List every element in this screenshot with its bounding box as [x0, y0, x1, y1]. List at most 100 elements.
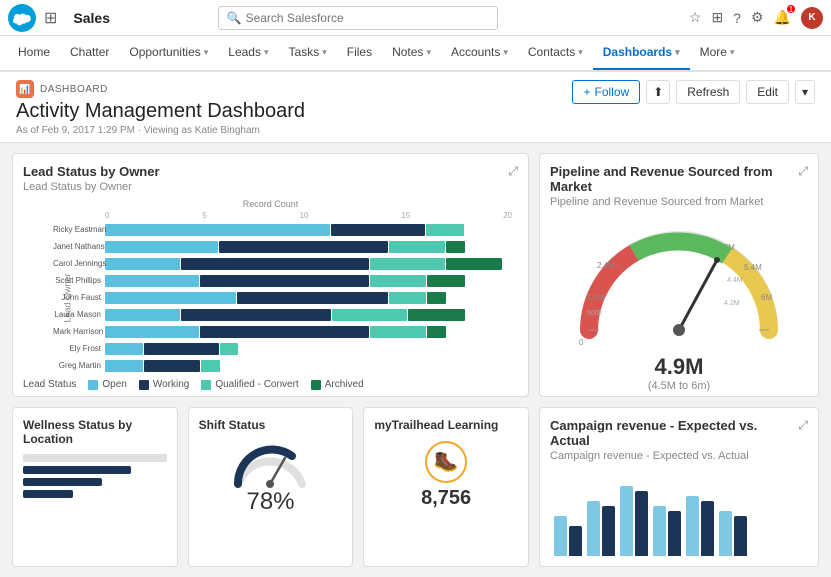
- shift-percent: 78%: [246, 488, 294, 516]
- lead-chart-title: Lead Status by Owner: [23, 164, 160, 179]
- camp-group-3: [620, 486, 648, 556]
- lead-chart-subtitle: Lead Status by Owner: [23, 181, 160, 193]
- nav-accounts[interactable]: Accounts ▾: [441, 36, 518, 70]
- camp-bar-expected-3: [620, 486, 633, 556]
- settings-icon[interactable]: ⚙: [751, 9, 764, 26]
- wellness-bar-bg: [23, 454, 167, 462]
- campaign-chart: [550, 476, 808, 556]
- camp-bar-expected-6: [719, 511, 732, 556]
- more-button[interactable]: ▾: [795, 80, 815, 104]
- dashboard-label: 📊 DASHBOARD: [16, 80, 305, 98]
- bar-row: Ricky Eastman: [23, 222, 518, 237]
- expand-lead-icon[interactable]: ⤢: [508, 164, 518, 179]
- wellness-widget: Wellness Status by Location: [12, 407, 178, 567]
- search-input[interactable]: [246, 11, 489, 25]
- nav-leads[interactable]: Leads ▾: [218, 36, 278, 70]
- camp-bar-actual-5: [701, 501, 714, 556]
- nav-more[interactable]: More ▾: [690, 36, 745, 70]
- axis-ticks: 05101520: [23, 211, 518, 220]
- search-container: 🔍: [218, 6, 498, 30]
- gauge-main-value: 4.9M: [648, 354, 710, 380]
- camp-bar-actual-4: [668, 511, 681, 556]
- legend-archived: Archived: [311, 379, 364, 390]
- nav-home[interactable]: Home: [8, 36, 60, 70]
- dashboard-title: Activity Management Dashboard: [16, 100, 305, 123]
- legend-open: Open: [88, 379, 126, 390]
- pipeline-subtitle: Pipeline and Revenue Sourced from Market: [550, 196, 798, 208]
- wellness-bars: [23, 454, 167, 498]
- x-axis-label: Record Count: [23, 199, 518, 209]
- shift-arc-svg: [230, 438, 310, 488]
- camp-group-5: [686, 496, 714, 556]
- svg-text:4.2M: 4.2M: [724, 300, 740, 307]
- camp-group-4: [653, 506, 681, 556]
- chart-question: Who has our leads, and what have they do…: [23, 394, 518, 397]
- dashboard-icon: 📊: [16, 80, 34, 98]
- star-icon[interactable]: ☆: [689, 9, 702, 26]
- notification-badge: 1: [787, 5, 795, 13]
- dashboard-header: 📊 DASHBOARD Activity Management Dashboar…: [0, 72, 831, 143]
- dashboard-meta: As of Feb 9, 2017 1:29 PM · Viewing as K…: [16, 125, 305, 136]
- bar-row: Carol Jennings: [23, 256, 518, 271]
- gauge-range: (4.5M to 6m): [648, 380, 710, 392]
- app-name: Sales: [73, 10, 110, 26]
- svg-text:600k: 600k: [587, 310, 603, 317]
- gauge-svg: 0 1.2M 2.4M 3.6M 4.8M 5.4M 6M 600k 4.2M …: [569, 220, 789, 350]
- trailhead-title: myTrailhead Learning: [374, 418, 518, 432]
- nav-chatter[interactable]: Chatter: [60, 36, 119, 70]
- wellness-bar-2: [23, 478, 102, 486]
- svg-text:5.4M: 5.4M: [744, 263, 762, 272]
- shift-title: Shift Status: [199, 418, 343, 432]
- campaign-subtitle: Campaign revenue - Expected vs. Actual: [550, 450, 798, 462]
- nav-dashboards[interactable]: Dashboards ▾: [593, 36, 690, 70]
- nav-notes[interactable]: Notes ▾: [382, 36, 441, 70]
- nav-files[interactable]: Files: [337, 36, 382, 70]
- refresh-button[interactable]: Refresh: [676, 80, 740, 104]
- camp-group-6: [719, 511, 747, 556]
- bar-row: Mark Harrison: [23, 324, 518, 339]
- plus-icon: +: [583, 85, 590, 99]
- nav-opportunities[interactable]: Opportunities ▾: [119, 36, 218, 70]
- wellness-bar-3: [23, 490, 73, 498]
- wellness-bar-1: [23, 466, 131, 474]
- lead-status-card: Lead Status by Owner Lead Status by Owne…: [12, 153, 529, 397]
- expand-button[interactable]: ⬆: [646, 80, 670, 104]
- top-bar: ⊞ Sales 🔍 ☆ ⊞ ? ⚙ 🔔1 K: [0, 0, 831, 36]
- camp-bar-expected-5: [686, 496, 699, 556]
- bar-chart: Lead Owner Ricky EastmanJanet NathansCar…: [23, 222, 518, 373]
- campaign-card: Campaign revenue - Expected vs. Actual C…: [539, 407, 819, 567]
- main-content: Lead Status by Owner Lead Status by Owne…: [0, 143, 831, 577]
- camp-bar-actual-1: [569, 526, 582, 556]
- gauge-container: 0 1.2M 2.4M 3.6M 4.8M 5.4M 6M 600k 4.2M …: [550, 214, 808, 397]
- bar-row: John Faust: [23, 290, 518, 305]
- camp-bar-actual-6: [734, 516, 747, 556]
- notifications-icon[interactable]: 🔔1: [774, 9, 791, 26]
- bar-row: Scott Phillips: [23, 273, 518, 288]
- campaign-title: Campaign revenue - Expected vs. Actual: [550, 418, 798, 448]
- help-icon[interactable]: ?: [733, 10, 741, 26]
- svg-text:4.4M: 4.4M: [727, 277, 743, 284]
- grid-icon[interactable]: ⊞: [44, 8, 57, 28]
- svg-text:0: 0: [579, 338, 584, 347]
- expand-campaign-icon[interactable]: ⤢: [798, 418, 808, 433]
- salesforce-logo: [8, 4, 36, 32]
- add-icon[interactable]: ⊞: [711, 9, 723, 26]
- dashboard-actions: + Follow ⬆ Refresh Edit ▾: [572, 80, 815, 104]
- pipeline-title: Pipeline and Revenue Sourced from Market: [550, 164, 798, 194]
- svg-text:1.2M: 1.2M: [587, 293, 605, 302]
- camp-group-1: [554, 516, 582, 556]
- nav-contacts[interactable]: Contacts ▾: [518, 36, 593, 70]
- camp-bar-expected-2: [587, 501, 600, 556]
- expand-pipeline-icon[interactable]: ⤢: [798, 164, 808, 179]
- bar-row: Greg Martin: [23, 358, 518, 373]
- nav-tasks[interactable]: Tasks ▾: [279, 36, 337, 70]
- wellness-title: Wellness Status by Location: [23, 418, 167, 446]
- chart-legend: Lead Status Open Working Qualified - Con…: [23, 379, 518, 390]
- top-icons: ☆ ⊞ ? ⚙ 🔔1 K: [689, 7, 823, 29]
- avatar[interactable]: K: [801, 7, 823, 29]
- edit-button[interactable]: Edit: [746, 80, 789, 104]
- camp-group-2: [587, 501, 615, 556]
- nav-items: Home Chatter Opportunities ▾ Leads ▾ Tas…: [8, 36, 745, 70]
- follow-button[interactable]: + Follow: [572, 80, 640, 104]
- bottom-widgets: Wellness Status by Location Shift Status…: [12, 407, 529, 567]
